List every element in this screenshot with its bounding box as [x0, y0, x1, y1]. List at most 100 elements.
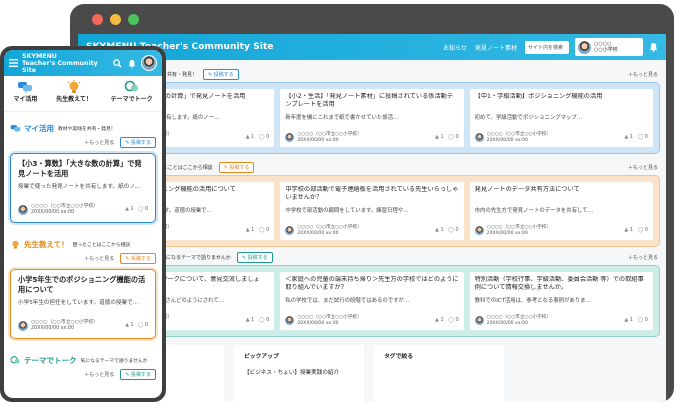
post-card[interactable]: 発見ノートのデータ共有方法について 市内の先生方で発見ノートのデータを共有して……	[469, 182, 653, 240]
post-card[interactable]: 【小2・生活】「発見ノート素材」に投稿されている係活動テンプレートを活用 新年度…	[280, 89, 464, 147]
post-title[interactable]: 【小3・算数】「大きな数の計算」で発見ノートを活用	[18, 159, 148, 179]
post-card[interactable]: 小学5年生でのポジショニング機能の活用について 小学5年生の担任をしています。道…	[10, 269, 156, 339]
post-card[interactable]: 特別活動（学校行事、学級活動、委員会活動 等）での取組事例について情報交換しませ…	[469, 272, 653, 330]
like-count-group[interactable]: ▲ 1 ◯ 0	[435, 133, 459, 141]
comment-icon: ◯	[637, 226, 644, 233]
section-panel: ICTを活用したグループワークについて、意見交流しましょう。 グループワークにつ…	[84, 265, 660, 337]
see-more-link[interactable]: ＋もっと見る	[628, 164, 658, 171]
post-title[interactable]: ＜家庭への児童の端末持ち帰り＞先生方の学校ではどのように取り組んでいますか？	[285, 276, 458, 292]
post-footer: ○○○○（○○市立○○小学校） 20XX/00/00 xx:00 ▲ 1 ◯ 0	[285, 315, 459, 326]
post-title[interactable]: 特別活動（学校行事、学級活動、委員会活動 等）での取組事例について情報交換しませ…	[475, 276, 648, 292]
thumbs-up-icon: ▲	[245, 316, 250, 323]
see-more-link[interactable]: ＋もっと見る	[84, 255, 114, 262]
nav-materials-link[interactable]: 発見ノート素材	[475, 43, 517, 52]
see-more-link[interactable]: ＋もっと見る	[84, 139, 114, 146]
tags-heading: タグで絞る	[384, 354, 413, 360]
post-meta: ○○○○（○○市立○○小学校） 20XX/00/00 xx:00	[487, 315, 625, 326]
chat-bubbles-icon	[17, 80, 33, 94]
like-count-group[interactable]: ▲ 1 ◯ 0	[246, 227, 270, 234]
post-button[interactable]: ✎ 投稿する	[218, 161, 255, 173]
see-more-link[interactable]: ＋もっと見る	[628, 254, 658, 261]
comment-count: 0	[644, 226, 648, 233]
like-count: 1	[251, 133, 255, 140]
post-date: 20XX/00/00 xx:00	[486, 230, 528, 236]
like-count-group[interactable]: ▲ 1 ◯ 0	[125, 323, 148, 329]
section-ask-teacher: 先生教えて！ 困ったことはここから相談 ✎ 投稿する ＋もっと見る 小学5年生で…	[84, 159, 660, 247]
post-button[interactable]: ✎ 投稿する	[203, 68, 239, 80]
post-card[interactable]: 【小3・算数】「大きな数の計算」で発見ノートを活用 授業で使った発見ノートを共有…	[10, 153, 156, 223]
bell-icon[interactable]	[649, 42, 658, 52]
like-count-group[interactable]: ▲ 1 ◯ 0	[435, 226, 459, 234]
nav-my-use[interactable]: マイ活用	[13, 80, 37, 111]
see-more-link[interactable]: ＋もっと見る	[84, 371, 114, 378]
section-panel: 小学5年生でのポジショニング機能の活用について 小学5年生の担任をしています。道…	[84, 175, 660, 247]
post-footer: ○○○○（○○市立○○小学校） 20XX/00/00 xx:00 ▲ 1 ◯ 0	[474, 132, 648, 143]
like-count-group[interactable]: ▲ 1 ◯ 0	[624, 226, 648, 234]
post-date: 20XX/00/00 xx:00	[297, 230, 339, 236]
post-card[interactable]: 【中1・学級活動】ポジショニング機能の活用 初めて、学級活動でポジショニングマッ…	[469, 89, 653, 147]
like-count-group[interactable]: ▲ 1 ◯ 0	[624, 133, 648, 141]
post-excerpt: 教科でのICT活用は、参考となる事例がありま…	[474, 298, 591, 304]
post-meta: ○○○○（○○市立○○小学校） 20XX/00/00 xx:00	[297, 225, 435, 236]
bottom-row: 回答募集中の教えて！ 発見ノートの活用方法 ピックアップ 【ビジネス・ちょい】授…	[84, 345, 660, 402]
pickup-item[interactable]: 【ビジネス・ちょい】授業実践の紹介	[244, 368, 354, 376]
section-title[interactable]: マイ活用	[24, 123, 54, 134]
nav-theme-talk[interactable]: テーマでトーク	[111, 80, 153, 111]
post-button[interactable]: ✎ 投稿する	[120, 369, 156, 380]
bell-icon[interactable]	[128, 59, 136, 68]
author-avatar	[474, 133, 484, 142]
chat-bubbles-icon	[10, 123, 21, 134]
mobile-brand[interactable]: SKYMENU Teacher's Community Site	[22, 53, 113, 74]
section-title[interactable]: 先生教えて！	[24, 239, 69, 250]
user-avatar[interactable]	[141, 55, 157, 71]
author-school: ○○○○（○○市立○○小学校）	[31, 320, 99, 325]
section-header: マイ活用 教材や実践を共有・発見！ ✎ 投稿する ＋もっと見る	[84, 66, 660, 82]
post-meta: ○○○○（○○市立○○小学校） 20XX/00/00 xx:00	[297, 315, 435, 326]
nav-ask-teacher-label: 先生教えて！	[56, 96, 92, 103]
desktop-screen: SKYMENU Teacher's Community Site お知らせ 発見…	[78, 34, 666, 402]
like-count-group[interactable]: ▲ 1 ◯ 0	[435, 317, 459, 324]
thumbs-up-icon: ▲	[624, 226, 629, 233]
search-icon[interactable]	[113, 58, 122, 68]
hamburger-menu-icon[interactable]	[9, 59, 18, 67]
post-excerpt: 初めて、学級活動でポジショニングマップ…	[474, 115, 583, 121]
nav-news-link[interactable]: お知らせ	[443, 43, 467, 52]
nav-ask-teacher[interactable]: 先生教えて！	[56, 80, 92, 111]
talk-icon	[124, 80, 140, 94]
like-count-group[interactable]: ▲ 1 ◯ 0	[624, 317, 648, 324]
post-title[interactable]: 【小2・生活】「発見ノート素材」に投稿されている係活動テンプレートを活用	[285, 93, 458, 109]
comment-icon: ◯	[138, 323, 144, 328]
comment-count: 0	[455, 133, 459, 140]
post-button[interactable]: ✎ 投稿する	[120, 253, 156, 264]
comment-icon: ◯	[258, 133, 265, 140]
section-actions: ＋もっと見る ✎ 投稿する	[10, 253, 156, 264]
section-title[interactable]: テーマでトーク	[24, 355, 77, 366]
mobile-brand-line2: Teacher's Community Site	[22, 59, 98, 74]
post-title[interactable]: 【中1・学級活動】ポジショニング機能の活用	[475, 93, 648, 109]
author-school: ○○○○（○○市立○○小学校）	[486, 132, 551, 137]
like-count-group[interactable]: ▲ 1 ◯ 0	[245, 316, 270, 324]
post-card[interactable]: 中学校の部活動で電子連絡板を活用されている先生いらっしゃいませんか？ 中学校で部…	[280, 182, 464, 240]
comment-count: 0	[266, 133, 270, 140]
maximize-dot[interactable]	[128, 14, 139, 25]
section-subtitle: 困ったことはここから相談	[72, 242, 131, 248]
thumbs-up-icon: ▲	[435, 226, 439, 233]
like-count-group[interactable]: ▲ 1 ◯ 0	[246, 133, 270, 141]
post-title[interactable]: 小学5年生でのポジショニング機能の活用について	[18, 275, 148, 295]
post-title[interactable]: 中学校の部活動で電子連絡板を活用されている先生いらっしゃいませんか？	[285, 186, 458, 202]
comment-count: 0	[644, 133, 648, 140]
post-meta: ○○○○（○○市立○○小学校） 20XX/00/00 xx:00	[487, 132, 625, 143]
post-card[interactable]: ＜家庭への児童の端末持ち帰り＞先生方の学校ではどのように取り組んでいますか？ 私…	[280, 272, 464, 330]
post-title[interactable]: 発見ノートのデータ共有方法について	[475, 186, 648, 202]
author-avatar	[18, 321, 28, 331]
site-search-input[interactable]: サイト内を検索	[525, 40, 569, 54]
minimize-dot[interactable]	[110, 14, 121, 25]
see-more-link[interactable]: ＋もっと見る	[628, 71, 658, 78]
post-date: 20XX/00/00 xx:00	[297, 137, 339, 143]
post-button[interactable]: ✎ 投稿する	[236, 251, 273, 263]
post-button[interactable]: ✎ 投稿する	[120, 137, 156, 148]
close-dot[interactable]	[92, 14, 103, 25]
author-avatar	[474, 226, 484, 235]
user-menu[interactable]: ○○○○ ○○小学校	[575, 38, 643, 56]
like-count-group[interactable]: ▲ 1 ◯ 0	[125, 207, 148, 213]
